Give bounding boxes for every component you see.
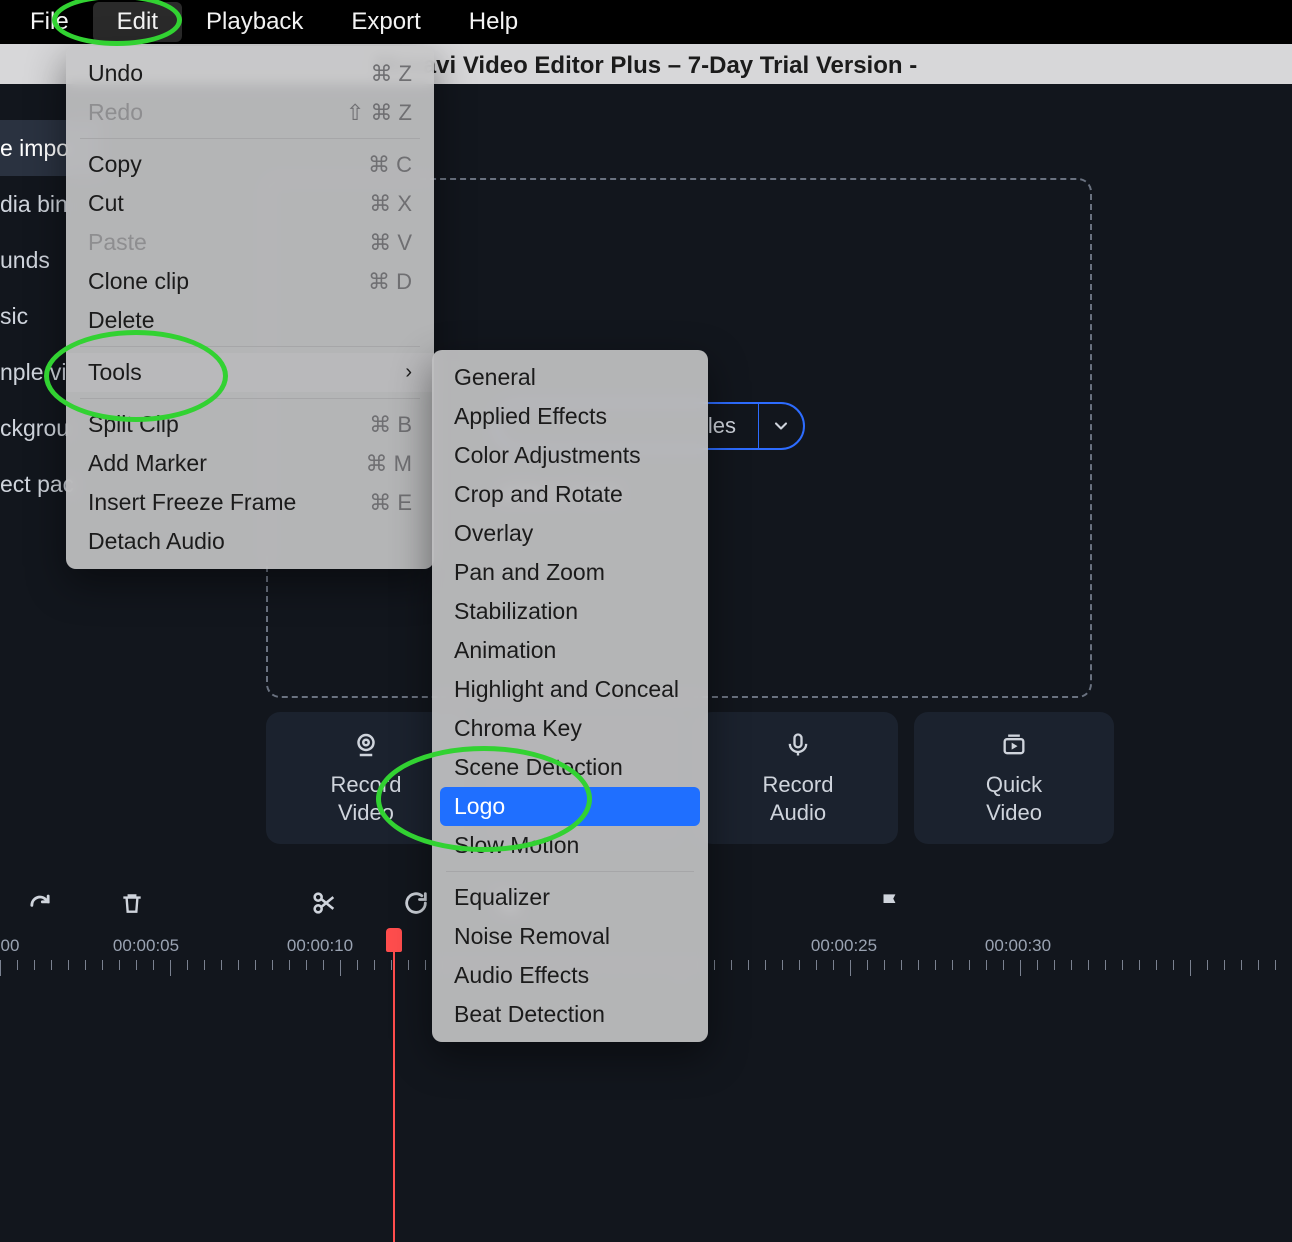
- tools-menu-item[interactable]: Pan and Zoom: [432, 553, 708, 592]
- edit-menu-item: Paste ⌘ V: [66, 223, 434, 262]
- edit-menu-item[interactable]: Split Clip ⌘ B: [66, 405, 434, 444]
- menu-item-label: Crop and Rotate: [454, 481, 623, 508]
- edit-menu-item[interactable]: Detach Audio: [66, 522, 434, 561]
- menu-item-label: Scene Detection: [454, 754, 623, 781]
- tools-menu-item[interactable]: Stabilization: [432, 592, 708, 631]
- scissors-icon[interactable]: [308, 887, 340, 919]
- menu-item-label: Noise Removal: [454, 923, 610, 950]
- menu-item-label: General: [454, 364, 536, 391]
- menu-item-label: Animation: [454, 637, 556, 664]
- timeline-label: 00:00:05: [113, 936, 179, 956]
- menu-shortcut: ⌘ V: [369, 230, 412, 256]
- tile-label: RecordAudio: [763, 771, 834, 827]
- tools-menu-item[interactable]: Audio Effects: [432, 956, 708, 995]
- tools-menu-item[interactable]: Applied Effects: [432, 397, 708, 436]
- edit-menu-item[interactable]: Clone clip ⌘ D: [66, 262, 434, 301]
- redo-arrow-icon[interactable]: [24, 887, 56, 919]
- add-files-dropdown[interactable]: [759, 410, 803, 442]
- webcam-icon: [350, 729, 382, 761]
- menu-item-label: Cut: [88, 190, 124, 217]
- edit-menu-item[interactable]: Cut ⌘ X: [66, 184, 434, 223]
- edit-menu-item[interactable]: Undo ⌘ Z: [66, 54, 434, 93]
- menu-item-label: Stabilization: [454, 598, 578, 625]
- menu-export[interactable]: Export: [327, 2, 444, 42]
- edit-menu-item[interactable]: Copy ⌘ C: [66, 145, 434, 184]
- menu-file[interactable]: File: [6, 2, 93, 42]
- tools-menu-item[interactable]: Beat Detection: [432, 995, 708, 1034]
- rotate-icon[interactable]: [400, 887, 432, 919]
- timeline-label: 00:00:30: [985, 936, 1051, 956]
- menu-shortcut: ⌘ M: [366, 451, 412, 477]
- tools-menu-item[interactable]: Logo: [440, 787, 700, 826]
- menu-shortcut: ⌘ Z: [370, 61, 412, 87]
- menu-item-label: Highlight and Conceal: [454, 676, 679, 703]
- menu-shortcut: ⌘ C: [368, 152, 412, 178]
- menu-shortcut: ⌘ B: [369, 412, 412, 438]
- menu-item-label: Audio Effects: [454, 962, 589, 989]
- tools-menu-item[interactable]: Chroma Key: [432, 709, 708, 748]
- quick-video-icon: [998, 729, 1030, 761]
- tools-menu-item[interactable]: Color Adjustments: [432, 436, 708, 475]
- edit-menu-item[interactable]: Insert Freeze Frame ⌘ E: [66, 483, 434, 522]
- tools-menu-item[interactable]: Animation: [432, 631, 708, 670]
- menu-item-label: Logo: [454, 793, 505, 820]
- menu-item-label: Redo: [88, 99, 143, 126]
- edit-menu-item: Redo ⇧ ⌘ Z: [66, 93, 434, 132]
- menu-item-label: Tools: [88, 359, 142, 386]
- playhead[interactable]: [386, 928, 402, 952]
- menu-item-label: Paste: [88, 229, 147, 256]
- menu-item-label: Overlay: [454, 520, 533, 547]
- tools-menu-item[interactable]: Crop and Rotate: [432, 475, 708, 514]
- menu-item-label: Insert Freeze Frame: [88, 489, 296, 516]
- tools-submenu: General Applied Effects Color Adjustments C…: [432, 350, 708, 1042]
- menu-item-label: Add Marker: [88, 450, 207, 477]
- trash-icon[interactable]: [116, 887, 148, 919]
- edit-menu-item[interactable]: Add Marker ⌘ M: [66, 444, 434, 483]
- timeline-label: 00:00:10: [287, 936, 353, 956]
- menu-item-label: Undo: [88, 60, 143, 87]
- timeline-label: 00: [1, 936, 20, 956]
- tools-menu-item[interactable]: Highlight and Conceal: [432, 670, 708, 709]
- menubar: File Edit Playback Export Help: [0, 0, 1292, 44]
- menu-item-label: Copy: [88, 151, 142, 178]
- playhead-line: [393, 952, 395, 1242]
- menu-item-label: Slow Motion: [454, 832, 579, 859]
- edit-menu-item[interactable]: Tools ›: [66, 353, 434, 392]
- tools-menu-item[interactable]: Overlay: [432, 514, 708, 553]
- microphone-icon: [782, 729, 814, 761]
- menu-item-label: Detach Audio: [88, 528, 225, 555]
- menu-item-label: Chroma Key: [454, 715, 582, 742]
- tools-menu-item[interactable]: Slow Motion: [432, 826, 708, 865]
- menu-help[interactable]: Help: [445, 2, 542, 42]
- chevron-right-icon: ›: [405, 361, 412, 384]
- menu-item-label: Clone clip: [88, 268, 189, 295]
- menu-item-label: Equalizer: [454, 884, 550, 911]
- tools-menu-item[interactable]: Scene Detection: [432, 748, 708, 787]
- menu-item-label: Color Adjustments: [454, 442, 641, 469]
- menu-edit[interactable]: Edit: [93, 2, 182, 42]
- tools-menu-item[interactable]: Equalizer: [432, 878, 708, 917]
- tile-record-audio[interactable]: RecordAudio: [698, 712, 898, 844]
- tile-label: QuickVideo: [986, 771, 1042, 827]
- tile-label: RecordVideo: [331, 771, 402, 827]
- tile-quick-video[interactable]: QuickVideo: [914, 712, 1114, 844]
- tools-menu-item[interactable]: General: [432, 358, 708, 397]
- tools-menu-item[interactable]: Noise Removal: [432, 917, 708, 956]
- menu-shortcut: ⇧ ⌘ Z: [346, 100, 412, 126]
- menu-item-label: Delete: [88, 307, 154, 334]
- timeline-label: 00:00:25: [811, 936, 877, 956]
- menu-item-label: Pan and Zoom: [454, 559, 605, 586]
- flag-icon[interactable]: [874, 887, 906, 919]
- menu-playback[interactable]: Playback: [182, 2, 327, 42]
- menu-shortcut: ⌘ D: [368, 269, 412, 295]
- menu-shortcut: ⌘ E: [369, 490, 412, 516]
- menu-item-label: Split Clip: [88, 411, 179, 438]
- menu-item-label: Beat Detection: [454, 1001, 605, 1028]
- edit-menu: Undo ⌘ Z Redo ⇧ ⌘ Z Copy ⌘ C Cut ⌘ X Paste ⌘ V Clo…: [66, 46, 434, 569]
- edit-menu-item[interactable]: Delete: [66, 301, 434, 340]
- chevron-down-icon: [765, 410, 797, 442]
- menu-item-label: Applied Effects: [454, 403, 607, 430]
- menu-shortcut: ⌘ X: [369, 191, 412, 217]
